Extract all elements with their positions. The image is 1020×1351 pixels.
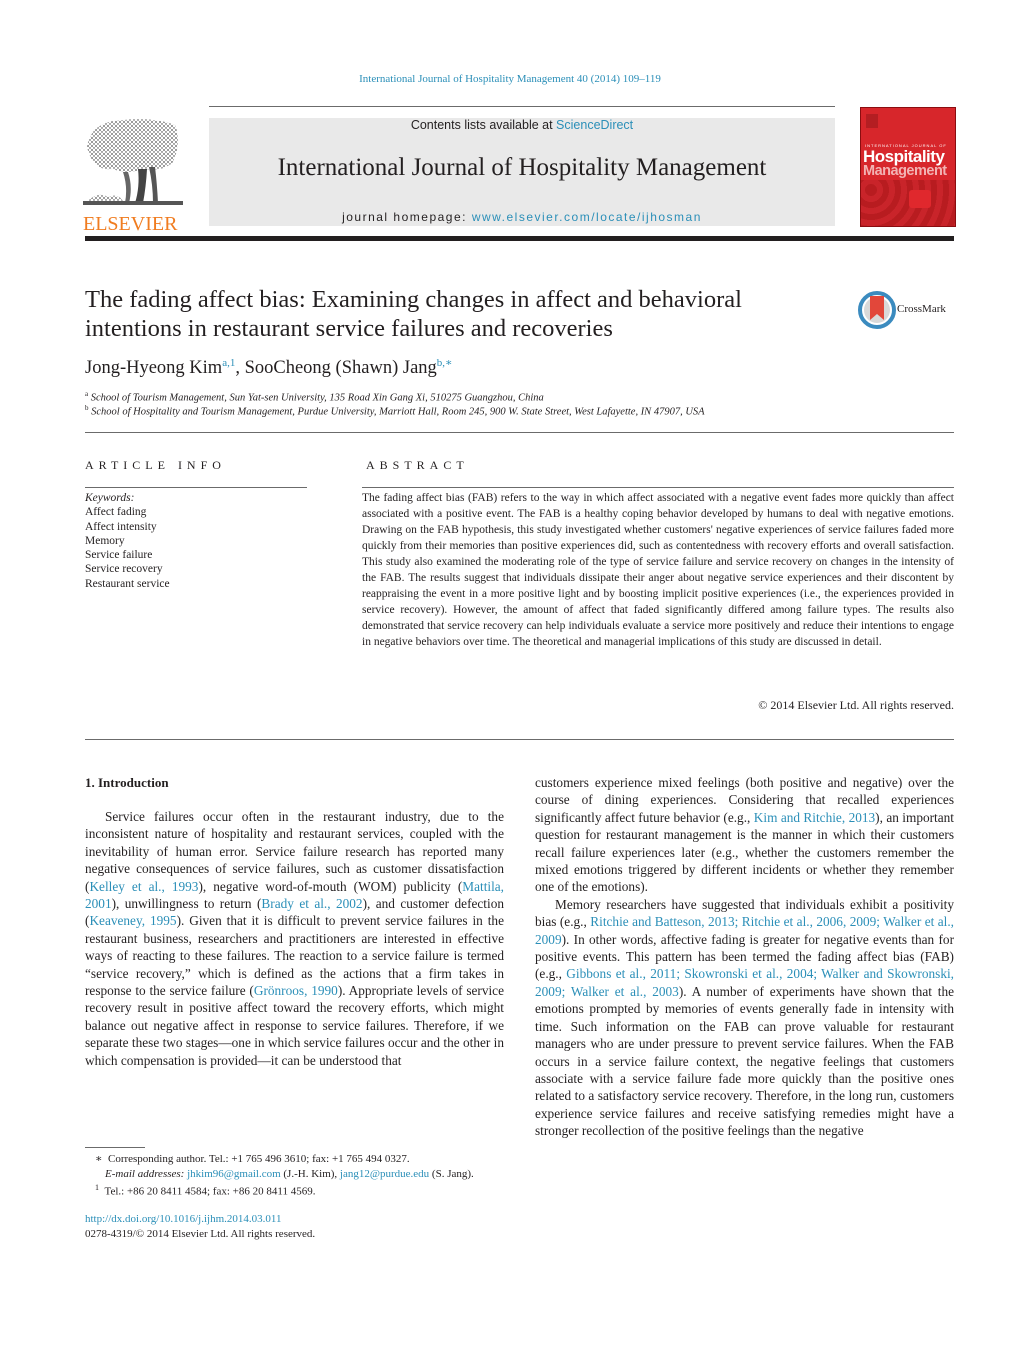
footnote-corresponding: ∗ Corresponding author. Tel.: +1 765 496… [85, 1152, 510, 1167]
homepage-prefix: journal homepage: [342, 210, 472, 224]
citation-link[interactable]: Kim and Ritchie, 2013 [754, 810, 875, 825]
abstract-text: The fading affect bias (FAB) refers to t… [362, 492, 954, 648]
article-info-rule [85, 487, 307, 488]
article-title: The fading affect bias: Examining change… [85, 286, 742, 342]
affiliation-mark: a [85, 390, 89, 398]
author-name[interactable]: SooCheong (Shawn) Jang [245, 358, 437, 378]
homepage-link[interactable]: www.elsevier.com/locate/ijhosman [472, 210, 702, 224]
paragraph-text: ). A number of experiments have shown th… [535, 983, 954, 1139]
footnote-rule [85, 1147, 145, 1148]
affiliation-a: a School of Tourism Management, Sun Yat-… [85, 390, 544, 404]
masthead-thick-rule [85, 236, 954, 241]
email-owner: (S. Jang). [429, 1167, 474, 1180]
abstract-copyright: © 2014 Elsevier Ltd. All rights reserved… [758, 698, 954, 712]
issn-copyright: 0278-4319/© 2014 Elsevier Ltd. All right… [85, 1227, 316, 1240]
journal-homepage: journal homepage: www.elsevier.com/locat… [209, 210, 835, 224]
body-rule [85, 739, 954, 740]
keyword: Service recovery [85, 563, 163, 576]
contents-prefix: Contents lists available at [410, 118, 557, 132]
crossmark-label: CrossMark [897, 303, 946, 315]
author-list: Jong-Hyeong Kima,1, SooCheong (Shawn) Ja… [85, 356, 453, 379]
article-info-heading: ARTICLE INFO [85, 458, 226, 472]
puzzle-piece-icon [909, 190, 931, 208]
citation-link[interactable]: Grönroos, 1990 [254, 983, 338, 998]
keywords-block: Keywords: Affect fading Affect intensity… [85, 491, 170, 591]
crossmark-icon [858, 291, 896, 329]
affiliation-text: School of Hospitality and Tourism Manage… [91, 406, 705, 418]
sciencedirect-link[interactable]: ScienceDirect [556, 118, 633, 132]
footnote-1: 1 Tel.: +86 20 8411 4584; fax: +86 20 84… [85, 1181, 510, 1199]
abstract-heading: ABSTRACT [366, 458, 469, 472]
citation-link[interactable]: Brady et al., 2002 [261, 896, 362, 911]
header-rule [209, 106, 835, 107]
keyword: Service failure [85, 549, 153, 562]
doi-block: http://dx.doi.org/10.1016/j.ijhm.2014.03… [85, 1212, 315, 1241]
keyword: Affect fading [85, 506, 147, 519]
cover-title-line2: Management [863, 163, 947, 179]
section-heading-introduction: 1. Introduction [85, 775, 169, 790]
paragraph: Service failures occur often in the rest… [85, 808, 504, 1069]
email-link-jang[interactable]: jang12@purdue.edu [340, 1168, 429, 1180]
cover-publisher-mark [866, 114, 878, 128]
keyword: Memory [85, 534, 125, 547]
keyword: Restaurant service [85, 577, 170, 590]
elsevier-wordmark: ELSEVIER [83, 213, 178, 235]
elsevier-tree-icon [83, 119, 183, 205]
journal-citation[interactable]: International Journal of Hospitality Man… [0, 73, 1020, 85]
paragraph: Memory researchers have suggested that i… [535, 896, 954, 1140]
contents-line: Contents lists available at ScienceDirec… [209, 118, 835, 132]
footnotes: ∗ Corresponding author. Tel.: +1 765 496… [85, 1152, 510, 1199]
email-label: E-mail addresses: [105, 1167, 185, 1180]
body-column-right: customers experience mixed feelings (bot… [535, 774, 954, 1140]
keyword: Affect intensity [85, 520, 157, 533]
footnote-mark: ∗ [95, 1153, 103, 1165]
affiliation-rule [85, 432, 954, 433]
author-name[interactable]: Jong-Hyeong Kim [85, 358, 222, 378]
author-marks[interactable]: b,∗ [437, 357, 453, 369]
affiliation-b: b School of Hospitality and Tourism Mana… [85, 404, 705, 418]
keywords-label: Keywords: [85, 492, 135, 504]
citation-link[interactable]: Kelley et al., 1993 [89, 879, 198, 894]
email-owner: (J.-H. Kim), [280, 1167, 340, 1180]
elsevier-logo[interactable]: ELSEVIER [83, 117, 188, 234]
affiliation-mark: b [85, 404, 89, 412]
journal-cover-image[interactable]: INTERNATIONAL JOURNAL OF Hospitality Man… [860, 107, 956, 227]
footnote-mark: 1 [95, 1183, 99, 1192]
affiliation-text: School of Tourism Management, Sun Yat-se… [90, 392, 544, 404]
doi-link[interactable]: http://dx.doi.org/10.1016/j.ijhm.2014.03… [85, 1212, 315, 1227]
journal-title: International Journal of Hospitality Man… [277, 154, 767, 181]
paragraph-text: ), unwillingness to return ( [111, 896, 262, 912]
abstract-rule [362, 487, 954, 488]
email-link-kim[interactable]: jhkim96@gmail.com [187, 1168, 281, 1180]
citation-link[interactable]: Keaveney, 1995 [89, 913, 176, 928]
paragraph-text: ), negative word-of-mouth (WOM) publicit… [198, 878, 463, 894]
journal-masthead: Contents lists available at ScienceDirec… [209, 118, 835, 226]
paragraph: customers experience mixed feelings (bot… [535, 774, 954, 896]
crossmark-badge[interactable]: CrossMark [858, 290, 958, 330]
author-marks[interactable]: a,1 [222, 357, 235, 369]
footnote-text: Corresponding author. Tel.: +1 765 496 3… [107, 1153, 410, 1165]
footnote-emails: E-mail addresses: jhkim96@gmail.com (J.-… [85, 1167, 510, 1182]
footnote-text: Tel.: +86 20 8411 4584; fax: +86 20 8411… [104, 1185, 316, 1198]
cover-pattern [861, 180, 955, 226]
body-column-left: Service failures occur often in the rest… [85, 808, 504, 1069]
author-separator: , [235, 358, 245, 379]
